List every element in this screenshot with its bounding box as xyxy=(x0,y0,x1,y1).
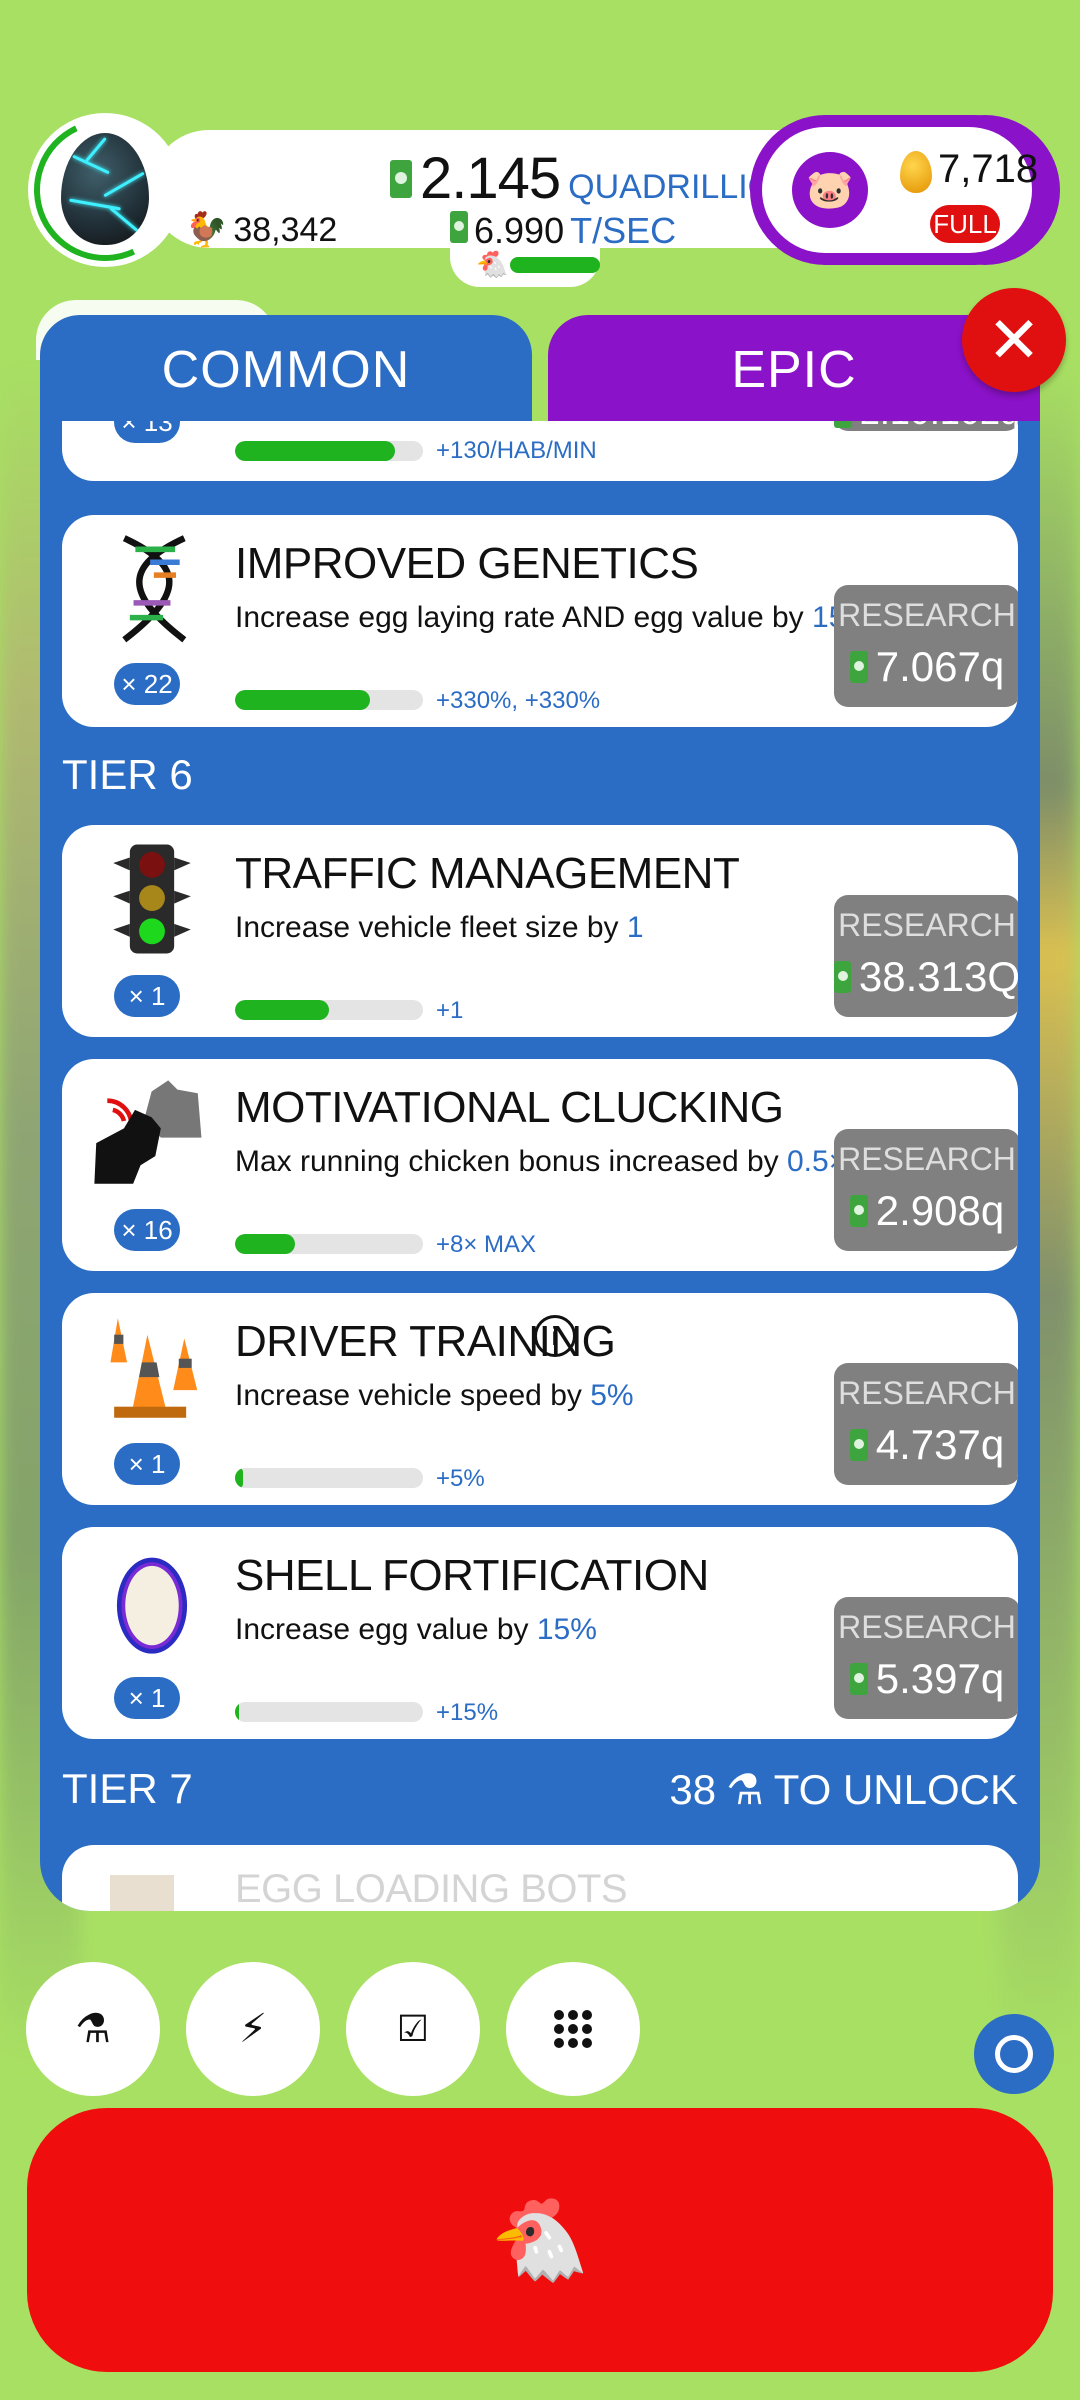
unlock-count: 38 xyxy=(669,1765,717,1813)
research-title: IMPROVED GENETICS xyxy=(235,539,699,588)
research-progress-bar xyxy=(235,1000,423,1020)
traffic-cones-icon xyxy=(110,1318,198,1418)
research-cost: 5.397q xyxy=(875,1655,1005,1702)
checklist-icon: ☑ xyxy=(396,2008,430,2049)
research-cost: 2.908q xyxy=(875,1187,1005,1234)
cash-icon xyxy=(849,651,868,683)
chicken-count-value: 38,342 xyxy=(233,210,338,249)
research-effect: +130/HAB/MIN xyxy=(436,437,597,464)
piggy-full-badge: FULL xyxy=(930,205,1000,243)
research-title: EGG LOADING BOTS xyxy=(235,1867,628,1911)
cash-icon xyxy=(390,160,412,198)
research-progress-bar xyxy=(235,1234,423,1254)
grid-menu-icon xyxy=(554,2010,592,2048)
research-description: Increase vehicle speed by 5% xyxy=(235,1379,634,1412)
cash-icon xyxy=(849,1195,868,1227)
research-card-improved-genetics[interactable]: × 22 IMPROVED GENETICS Increase egg layi… xyxy=(62,515,1018,727)
research-progress-bar xyxy=(235,1702,423,1722)
research-title: SHELL FORTIFICATION xyxy=(235,1551,709,1600)
research-button[interactable]: RESEARCH 4.737q xyxy=(834,1363,1018,1485)
research-description: Increase egg laying rate AND egg value b… xyxy=(235,601,872,634)
research-button[interactable]: RESEARCH 38.313Q xyxy=(834,895,1018,1017)
research-flask-icon: ⚗ xyxy=(75,2007,111,2051)
menu-button[interactable] xyxy=(506,1962,640,2096)
research-card-egg-loading-bots: EGG LOADING BOTS xyxy=(62,1845,1018,1911)
chicken-icon: 🐓 xyxy=(185,211,228,249)
research-description: Increase vehicle fleet size by 1 xyxy=(235,911,644,944)
research-button[interactable]: RESEARCH 2.908q xyxy=(834,1129,1018,1251)
research-count-badge: × 13 xyxy=(114,421,180,443)
close-button[interactable]: ✕ xyxy=(962,288,1066,392)
research-effect: +330%, +330% xyxy=(436,687,601,714)
cash-icon xyxy=(834,421,852,428)
research-card-traffic-management[interactable]: × 1 TRAFFIC MANAGEMENT Increase vehicle … xyxy=(62,825,1018,1037)
research-cost: 38.313Q xyxy=(858,953,1018,1000)
golden-egg-panel[interactable]: 🐷 7,718 FULL xyxy=(750,115,1060,265)
research-list[interactable]: × 13 +130/HAB/MIN 2.10.102q × 22 IMPROVE… xyxy=(40,421,1040,1911)
cash-icon xyxy=(849,1429,868,1461)
egg-icon xyxy=(116,1557,188,1654)
research-title: MOTIVATIONAL CLUCKING xyxy=(235,1083,784,1132)
money-display: 2.145 QUADRILLION xyxy=(390,145,799,212)
running-bonus-bar xyxy=(510,257,600,273)
piggy-bank-icon[interactable]: 🐷 xyxy=(792,152,868,228)
research-effect: +8× MAX xyxy=(436,1231,537,1258)
top-status-bar: 🐓 38,342 2.145 QUADRILLION 6.990 T/SEC 🐔… xyxy=(13,98,1060,287)
flask-icon: ⚗ xyxy=(726,1766,764,1813)
hatch-chicken-button[interactable]: 🐔 xyxy=(27,2108,1053,2372)
tier-7-label: TIER 7 xyxy=(62,1765,193,1812)
research-button[interactable]: 2.10.102q xyxy=(834,421,1018,433)
research-effect: +15% xyxy=(436,1699,499,1726)
research-count-badge: × 16 xyxy=(114,1209,180,1251)
research-progress-bar xyxy=(235,441,423,461)
research-panel: COMMON EPIC × 13 +130/HAB/MIN 2.10.102q … xyxy=(40,315,1040,1915)
running-chicken-bonus: 🐔 xyxy=(450,245,600,287)
research-description: Increase egg value by 15% xyxy=(235,1613,597,1646)
dna-icon xyxy=(122,535,187,643)
research-card-motivational-clucking[interactable]: × 16 MOTIVATIONAL CLUCKING Max running c… xyxy=(62,1059,1018,1271)
chicken-count: 🐓 38,342 xyxy=(185,210,337,250)
research-progress-bar xyxy=(235,690,423,710)
clucking-chickens-icon xyxy=(94,1080,202,1184)
research-count-badge: × 1 xyxy=(114,975,180,1017)
research-card-shell-fortification[interactable]: × 1 SHELL FORTIFICATION Increase egg val… xyxy=(62,1527,1018,1739)
checklist-button[interactable]: ☑ xyxy=(346,1962,480,2096)
research-title: TRAFFIC MANAGEMENT xyxy=(235,849,740,898)
unlock-text: TO UNLOCK xyxy=(773,1765,1018,1813)
money-value: 2.145 xyxy=(420,146,561,211)
research-cost: 2.10.102q xyxy=(860,421,1018,433)
tier-6-label: TIER 6 xyxy=(62,751,193,798)
research-progress-bar xyxy=(235,1468,423,1488)
current-egg-button[interactable] xyxy=(13,98,197,282)
cash-icon xyxy=(849,1663,868,1695)
cash-icon xyxy=(450,211,468,243)
golden-egg-count: 7,718 xyxy=(938,147,1039,191)
tab-common[interactable]: COMMON xyxy=(40,315,532,425)
research-description: Max running chicken bonus increased by 0… xyxy=(235,1145,847,1178)
cash-icon xyxy=(834,961,851,993)
research-button[interactable]: RESEARCH 5.397q xyxy=(834,1597,1018,1719)
research-effect: +1 xyxy=(436,997,464,1024)
research-card-driver-training[interactable]: × 1 DRIVER TRAINING i Increase vehicle s… xyxy=(62,1293,1018,1505)
running-chicken-icon: 🐔 xyxy=(476,249,509,279)
chicken-icon: 🐔 xyxy=(490,2195,590,2284)
golden-egg-icon xyxy=(900,151,932,193)
boost-bolt-icon: ⚡ xyxy=(238,2007,268,2051)
research-card-partial-top: × 13 +130/HAB/MIN 2.10.102q xyxy=(62,421,1018,481)
boost-button[interactable]: ⚡ xyxy=(186,1962,320,2096)
research-count-badge: × 1 xyxy=(114,1443,180,1485)
traffic-light-icon xyxy=(113,844,191,954)
research-flask-button[interactable]: ⚗ xyxy=(26,1962,160,2096)
research-cost: 7.067q xyxy=(875,643,1005,690)
research-effect: +5% xyxy=(436,1465,485,1492)
research-button[interactable]: RESEARCH 7.067q xyxy=(834,585,1018,707)
camera-toggle-button[interactable] xyxy=(974,2014,1054,2094)
tier-7-unlock-requirement: 38 ⚗ TO UNLOCK xyxy=(669,1765,1018,1814)
crate-icon xyxy=(110,1875,174,1911)
research-count-badge: × 22 xyxy=(114,663,180,705)
research-count-badge: × 1 xyxy=(114,1677,180,1719)
info-icon[interactable]: i xyxy=(534,1315,576,1357)
research-cost: 4.737q xyxy=(875,1421,1005,1468)
